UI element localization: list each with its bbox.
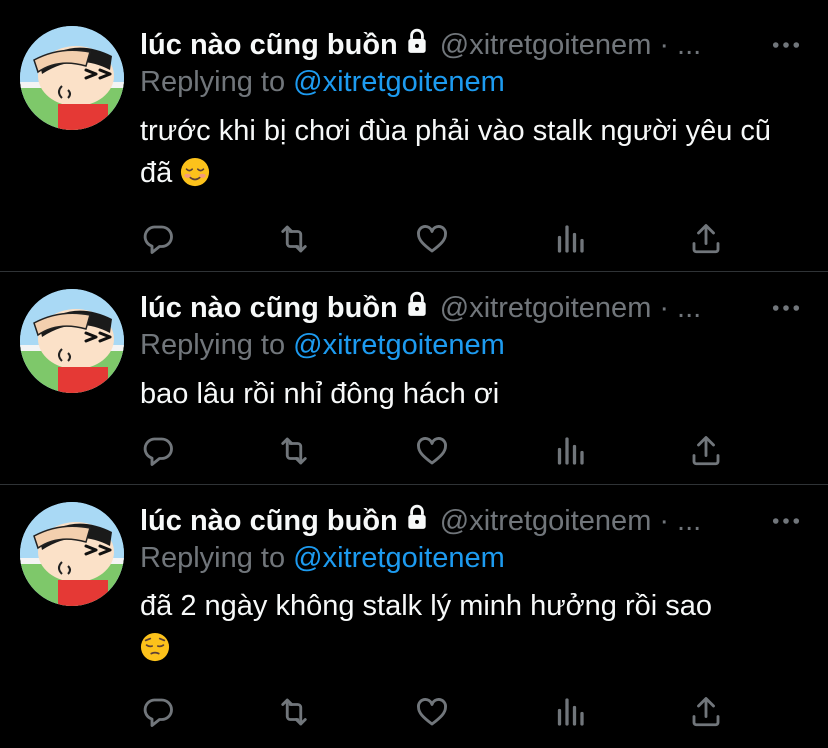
analytics-icon[interactable]	[552, 694, 588, 730]
handle[interactable]: @xitretgoitenem	[440, 505, 652, 538]
lock-icon	[404, 28, 430, 62]
share-icon[interactable]	[688, 433, 724, 469]
tweet-text: đã 2 ngày không stalk lý minh hưởng rồi …	[140, 585, 810, 674]
tweet-text-content: đã 2 ngày không stalk lý minh hưởng rồi …	[140, 590, 713, 622]
avatar[interactable]	[20, 502, 124, 606]
retweet-icon[interactable]	[276, 221, 312, 257]
tweet-1[interactable]: lúc nào cũng buồn @xitretgoitenem · ... …	[0, 0, 828, 272]
replying-prefix: Replying to	[140, 542, 286, 574]
analytics-icon[interactable]	[552, 433, 588, 469]
tweet-2[interactable]: lúc nào cũng buồn @xitretgoitenem · ... …	[0, 272, 828, 484]
action-bar	[140, 694, 740, 730]
more-icon[interactable]	[772, 25, 800, 65]
tweet-text-content: bao lâu rồi nhỉ đông hách ơi	[140, 378, 500, 410]
lock-icon	[404, 504, 430, 538]
handle[interactable]: @xitretgoitenem	[440, 292, 652, 325]
replying-prefix: Replying to	[140, 66, 286, 98]
truncated-time: ...	[677, 291, 702, 324]
more-icon[interactable]	[772, 288, 800, 328]
retweet-icon[interactable]	[276, 694, 312, 730]
tweet-header: lúc nào cũng buồn @xitretgoitenem · ...	[140, 288, 701, 328]
like-icon[interactable]	[414, 221, 450, 257]
tweet-header: lúc nào cũng buồn @xitretgoitenem · ...	[140, 501, 701, 541]
tweet-header: lúc nào cũng buồn @xitretgoitenem · ...	[140, 25, 701, 65]
truncated-time: ...	[677, 504, 702, 537]
replying-to: Replying to @xitretgoitenem	[140, 66, 505, 99]
reply-icon[interactable]	[140, 221, 176, 257]
reply-icon[interactable]	[140, 694, 176, 730]
pensive-face-emoji	[140, 632, 170, 674]
lock-icon	[404, 291, 430, 325]
handle[interactable]: @xitretgoitenem	[440, 29, 652, 62]
more-icon[interactable]	[772, 501, 800, 541]
analytics-icon[interactable]	[552, 221, 588, 257]
replying-prefix: Replying to	[140, 329, 286, 361]
tweet-text: trước khi bị chơi đùa phải vào stalk ngư…	[140, 110, 810, 199]
tweet-text-content: trước khi bị chơi đùa phải vào stalk ngư…	[140, 115, 772, 189]
share-icon[interactable]	[688, 694, 724, 730]
avatar[interactable]	[20, 289, 124, 393]
share-icon[interactable]	[688, 221, 724, 257]
relieved-face-emoji	[180, 157, 210, 199]
retweet-icon[interactable]	[276, 433, 312, 469]
like-icon[interactable]	[414, 694, 450, 730]
truncated-time: ...	[677, 28, 702, 61]
replying-to: Replying to @xitretgoitenem	[140, 329, 505, 362]
action-bar	[140, 433, 740, 469]
replying-to-link[interactable]: @xitretgoitenem	[293, 542, 505, 574]
replying-to: Replying to @xitretgoitenem	[140, 542, 505, 575]
separator: ·	[659, 504, 670, 537]
avatar[interactable]	[20, 26, 124, 130]
tweet-text: bao lâu rồi nhỉ đông hách ơi	[140, 373, 810, 415]
separator: ·	[659, 28, 670, 61]
reply-icon[interactable]	[140, 433, 176, 469]
display-name[interactable]: lúc nào cũng buồn	[140, 292, 398, 325]
like-icon[interactable]	[414, 433, 450, 469]
display-name[interactable]: lúc nào cũng buồn	[140, 505, 398, 538]
separator: ·	[659, 291, 670, 324]
display-name[interactable]: lúc nào cũng buồn	[140, 29, 398, 62]
tweet-3[interactable]: lúc nào cũng buồn @xitretgoitenem · ... …	[0, 485, 828, 748]
replying-to-link[interactable]: @xitretgoitenem	[293, 329, 505, 361]
replying-to-link[interactable]: @xitretgoitenem	[293, 66, 505, 98]
action-bar	[140, 221, 740, 257]
